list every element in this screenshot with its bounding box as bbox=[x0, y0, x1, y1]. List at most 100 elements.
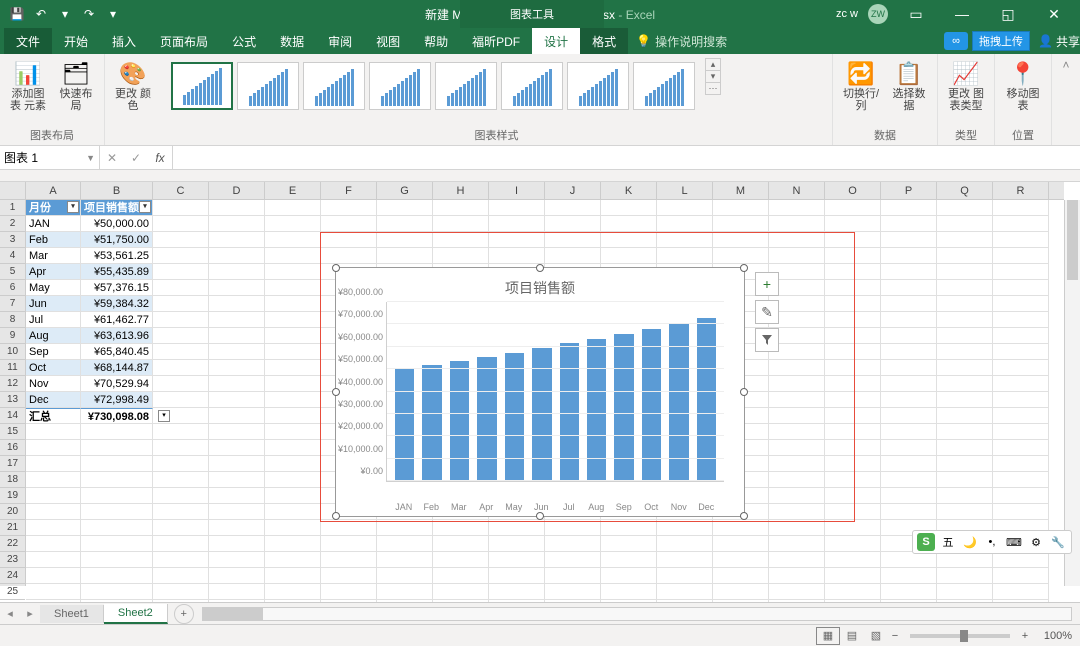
cell[interactable] bbox=[713, 552, 769, 568]
chart-bar[interactable] bbox=[422, 365, 441, 481]
cell[interactable] bbox=[769, 552, 825, 568]
cell[interactable] bbox=[377, 536, 433, 552]
cell[interactable] bbox=[657, 552, 713, 568]
cell[interactable]: ▾ bbox=[153, 408, 209, 424]
cell[interactable]: Jul bbox=[26, 312, 81, 328]
cell[interactable] bbox=[209, 584, 265, 600]
column-header[interactable]: I bbox=[489, 182, 545, 199]
cell[interactable] bbox=[657, 520, 713, 536]
cell[interactable] bbox=[265, 408, 321, 424]
cell[interactable] bbox=[209, 568, 265, 584]
cell[interactable] bbox=[769, 600, 825, 602]
cell[interactable] bbox=[881, 248, 937, 264]
cell[interactable]: Feb bbox=[26, 232, 81, 248]
chart-title[interactable]: 项目销售额 bbox=[336, 268, 744, 302]
cell[interactable] bbox=[153, 280, 209, 296]
cell[interactable] bbox=[209, 344, 265, 360]
cell[interactable] bbox=[545, 584, 601, 600]
cell[interactable] bbox=[601, 568, 657, 584]
share-button[interactable]: 👤 共享 bbox=[1038, 28, 1080, 54]
cell[interactable] bbox=[153, 392, 209, 408]
name-box[interactable]: 图表 1 ▼ bbox=[0, 146, 100, 169]
cell[interactable] bbox=[993, 584, 1049, 600]
chart-bar[interactable] bbox=[395, 369, 414, 481]
select-data-button[interactable]: 📋 选择数据 bbox=[887, 58, 931, 114]
cell[interactable] bbox=[881, 216, 937, 232]
cell[interactable]: Apr bbox=[26, 264, 81, 280]
cell[interactable] bbox=[489, 216, 545, 232]
cell[interactable] bbox=[713, 200, 769, 216]
chart-bar[interactable] bbox=[614, 334, 633, 481]
cell[interactable] bbox=[265, 392, 321, 408]
cell[interactable] bbox=[153, 360, 209, 376]
cell[interactable] bbox=[209, 264, 265, 280]
cell[interactable] bbox=[26, 600, 81, 602]
row-header[interactable]: 7 bbox=[0, 296, 25, 312]
cell[interactable] bbox=[881, 568, 937, 584]
cell[interactable] bbox=[993, 456, 1049, 472]
row-header[interactable]: 19 bbox=[0, 488, 25, 504]
cell[interactable] bbox=[81, 584, 153, 600]
cell[interactable] bbox=[937, 296, 993, 312]
cell[interactable] bbox=[937, 376, 993, 392]
cell[interactable] bbox=[81, 472, 153, 488]
cell[interactable] bbox=[937, 440, 993, 456]
tab-view[interactable]: 视图 bbox=[364, 28, 412, 54]
cell[interactable] bbox=[265, 328, 321, 344]
chart-bar[interactable] bbox=[450, 361, 469, 481]
cell[interactable] bbox=[321, 536, 377, 552]
chart-style-thumb[interactable] bbox=[303, 62, 365, 110]
view-page-break-icon[interactable]: ▧ bbox=[864, 627, 888, 645]
cell[interactable] bbox=[937, 248, 993, 264]
resize-handle-s[interactable] bbox=[536, 512, 544, 520]
cell[interactable] bbox=[26, 488, 81, 504]
cell[interactable] bbox=[433, 200, 489, 216]
cell[interactable] bbox=[993, 408, 1049, 424]
cell[interactable] bbox=[657, 584, 713, 600]
cell[interactable] bbox=[825, 600, 881, 602]
column-header[interactable]: F bbox=[321, 182, 377, 199]
ribbon-options-icon[interactable]: ▭ bbox=[898, 0, 934, 28]
cell[interactable] bbox=[993, 344, 1049, 360]
cell[interactable] bbox=[209, 216, 265, 232]
tab-foxit-pdf[interactable]: 福昕PDF bbox=[460, 28, 532, 54]
cell[interactable] bbox=[657, 568, 713, 584]
cell[interactable]: ¥70,529.94 bbox=[81, 376, 153, 392]
cell[interactable] bbox=[881, 280, 937, 296]
row-header[interactable]: 2 bbox=[0, 216, 25, 232]
ime-settings-icon[interactable]: ⚙ bbox=[1027, 533, 1045, 551]
cell[interactable] bbox=[265, 248, 321, 264]
gallery-more-icon[interactable]: ⋯ bbox=[706, 83, 720, 94]
row-header[interactable]: 13 bbox=[0, 392, 25, 408]
cell[interactable] bbox=[26, 440, 81, 456]
cell[interactable] bbox=[545, 520, 601, 536]
cell[interactable] bbox=[993, 280, 1049, 296]
cell[interactable] bbox=[81, 504, 153, 520]
sheet-nav-prev-icon[interactable]: ◂ bbox=[0, 607, 20, 620]
cell[interactable] bbox=[993, 360, 1049, 376]
cell[interactable] bbox=[209, 456, 265, 472]
cell[interactable] bbox=[881, 472, 937, 488]
cell[interactable] bbox=[545, 216, 601, 232]
cell[interactable] bbox=[153, 456, 209, 472]
cell[interactable] bbox=[81, 552, 153, 568]
resize-handle-w[interactable] bbox=[332, 388, 340, 396]
cell[interactable] bbox=[209, 488, 265, 504]
cell[interactable] bbox=[881, 600, 937, 602]
cell[interactable]: ¥65,840.45 bbox=[81, 344, 153, 360]
cell[interactable] bbox=[993, 568, 1049, 584]
cell[interactable]: ¥55,435.89 bbox=[81, 264, 153, 280]
cell[interactable] bbox=[769, 536, 825, 552]
cell[interactable] bbox=[489, 552, 545, 568]
cell[interactable]: Nov bbox=[26, 376, 81, 392]
change-colors-button[interactable]: 🎨 更改 颜色 bbox=[111, 58, 155, 114]
cell[interactable]: 项目销售额▾ bbox=[81, 200, 153, 216]
ime-moon-icon[interactable]: 🌙 bbox=[961, 533, 979, 551]
cell[interactable] bbox=[881, 328, 937, 344]
chart-style-thumb[interactable] bbox=[633, 62, 695, 110]
cell[interactable] bbox=[937, 472, 993, 488]
cell[interactable] bbox=[81, 440, 153, 456]
cell[interactable] bbox=[825, 584, 881, 600]
zoom-in-button[interactable]: + bbox=[1018, 630, 1032, 642]
cell[interactable] bbox=[881, 392, 937, 408]
